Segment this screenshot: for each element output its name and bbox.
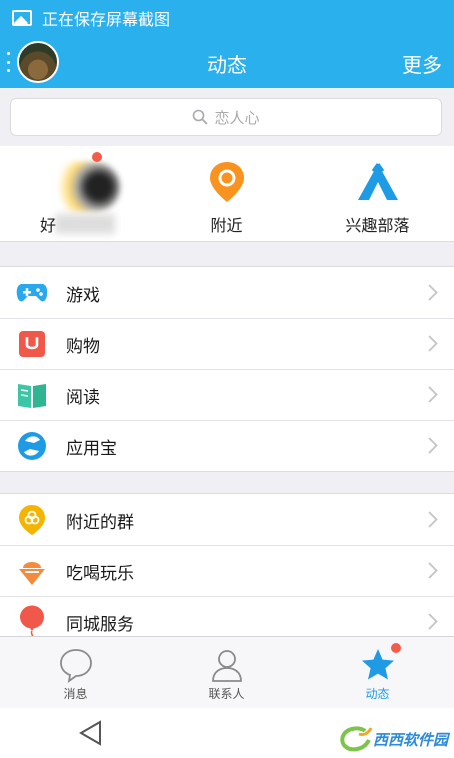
shortcut-friends[interactable]: 好 [0, 146, 151, 242]
balloon-icon [16, 605, 48, 639]
screenshot-image-icon [12, 10, 32, 26]
tab-label: 联系人 [208, 687, 245, 701]
shortcut-interest-tribe[interactable]: 兴趣部落 [302, 146, 453, 242]
tab-label: 动态 [365, 687, 390, 701]
contacts-icon [211, 650, 242, 682]
more-button[interactable]: 更多 [402, 49, 442, 78]
list-item-nearby-groups[interactable]: 附近的群 [0, 494, 454, 545]
status-bar: 正在保存屏幕截图 [0, 0, 454, 36]
list-item-label: 同城服务 [66, 615, 134, 635]
list-group-local: 附近的群 吃喝玩乐 同城服务 [0, 493, 454, 648]
chevron-right-icon [428, 511, 438, 528]
list-item-label: 购物 [66, 337, 100, 357]
ice-cream-icon [16, 555, 48, 587]
tent-icon [357, 163, 398, 200]
bottom-tab-bar: 消息 联系人 动态 [0, 636, 454, 708]
list-item-games[interactable]: 游戏 [0, 267, 454, 318]
back-triangle-icon[interactable] [78, 720, 104, 746]
star-icon [361, 649, 394, 680]
book-icon [16, 379, 48, 411]
gamepad-icon [16, 277, 48, 309]
search-input[interactable]: 恋人心 [10, 98, 442, 136]
notification-dot [391, 643, 401, 653]
search-placeholder: 恋人心 [214, 108, 260, 127]
list-item-reading[interactable]: 阅读 [0, 369, 454, 420]
list-item-app-store[interactable]: 应用宝 [0, 420, 454, 471]
list-item-label: 游戏 [66, 286, 100, 306]
page-title: 动态 [207, 53, 247, 77]
app-store-icon [16, 430, 48, 462]
list-item-shopping[interactable]: 购物 [0, 318, 454, 369]
chevron-right-icon [428, 562, 438, 579]
title-bar: 动态 更多 [0, 36, 454, 88]
shopping-bag-icon [16, 328, 48, 360]
list-item-label: 附近的群 [66, 513, 134, 533]
chevron-right-icon [428, 386, 438, 403]
watermark-logo-icon [340, 726, 373, 752]
shortcut-label: 兴趣部落 [345, 216, 410, 235]
chat-bubble-icon [59, 649, 92, 683]
shortcuts-row: 好 附近 兴趣部落 [0, 146, 454, 242]
shortcut-label: 附近 [210, 216, 243, 235]
list-item-food-fun[interactable]: 吃喝玩乐 [0, 545, 454, 596]
friend-avatar-icon [50, 162, 120, 212]
chevron-right-icon [428, 613, 438, 630]
tab-messages[interactable]: 消息 [0, 637, 151, 709]
system-nav-bar: 西西软件园 [0, 708, 454, 758]
watermark-logo: 西西软件园 [339, 724, 448, 754]
shortcut-nearby[interactable]: 附近 [151, 146, 302, 242]
list-item-label: 吃喝玩乐 [66, 564, 134, 584]
list-item-label: 阅读 [66, 388, 100, 408]
shortcut-label: 好 [40, 216, 57, 235]
list-group-apps: 游戏 购物 阅读 应用宝 [0, 266, 454, 472]
status-bar-text: 正在保存屏幕截图 [42, 10, 171, 29]
tab-label: 消息 [63, 687, 88, 701]
chevron-right-icon [428, 284, 438, 301]
chevron-right-icon [428, 335, 438, 352]
watermark-text: 西西软件园 [372, 730, 448, 749]
tab-contacts[interactable]: 联系人 [151, 637, 302, 709]
chevron-right-icon [428, 437, 438, 454]
search-icon [193, 109, 208, 125]
nearby-group-icon [16, 504, 48, 536]
location-pin-icon [209, 162, 244, 202]
tab-moments[interactable]: 动态 [302, 637, 453, 709]
notification-dot [92, 152, 102, 162]
search-area: 恋人心 [0, 88, 454, 146]
list-item-label: 应用宝 [66, 439, 117, 459]
